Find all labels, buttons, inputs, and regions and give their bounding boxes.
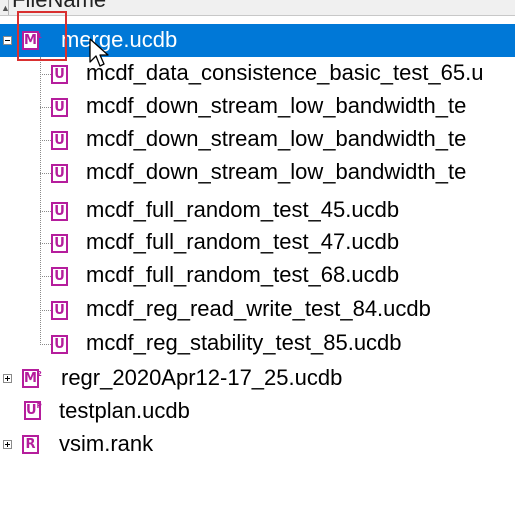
tree-item-label: regr_2020Apr12-17_25.ucdb: [61, 365, 343, 390]
tree-row-child[interactable]: U mcdf_down_stream_low_bandwidth_te: [0, 123, 515, 156]
ucdb-file-icon: U: [51, 131, 68, 150]
ucdb-file-icon: U: [51, 267, 68, 286]
tree-row-child[interactable]: U mcdf_data_consistence_basic_test_65.u: [0, 57, 515, 90]
tree-connector-branch: [40, 173, 51, 174]
tree-item-label: testplan.ucdb: [59, 398, 190, 423]
ucdb-file-icon: U: [51, 65, 68, 84]
tree-item-label: mcdf_full_random_test_47.ucdb: [86, 229, 400, 254]
ucdb-file-icon: U: [51, 164, 68, 183]
tree-row-child[interactable]: U mcdf_full_random_test_45.ucdb: [0, 194, 515, 227]
mouse-pointer-icon: [89, 38, 109, 67]
tree-item-label: mcdf_down_stream_low_bandwidth_te: [86, 93, 467, 118]
tree-row-testplan[interactable]: UP testplan.ucdb: [0, 395, 515, 428]
ucdb-file-icon: U: [51, 335, 68, 354]
ucdb-file-icon: U: [51, 234, 68, 253]
column-header[interactable]: ▲ FileName: [0, 0, 515, 16]
collapse-toggle-icon[interactable]: [3, 36, 12, 45]
tree-item-label: mcdf_reg_stability_test_85.ucdb: [86, 330, 402, 355]
tree-row-child[interactable]: U mcdf_down_stream_low_bandwidth_te: [0, 156, 515, 189]
highlight-box: [17, 11, 67, 61]
tree-item-label: mcdf_down_stream_low_bandwidth_te: [86, 126, 467, 151]
tree-item-label: mcdf_down_stream_low_bandwidth_te: [86, 159, 467, 184]
tree-connector-branch: [40, 344, 51, 345]
tree-row-merge[interactable]: M1 merge.ucdb: [0, 24, 515, 57]
tree-row-regr[interactable]: M2 regr_2020Apr12-17_25.ucdb: [0, 362, 515, 395]
tree-item-label: mcdf_full_random_test_68.ucdb: [86, 262, 400, 287]
tree-row-child[interactable]: U mcdf_full_random_test_47.ucdb: [0, 226, 515, 259]
header-divider[interactable]: [8, 0, 9, 15]
tree-item-label: mcdf_reg_read_write_test_84.ucdb: [86, 296, 431, 321]
tree-item-label: mcdf_data_consistence_basic_test_65.u: [86, 60, 484, 85]
tree-row-child[interactable]: U mcdf_reg_read_write_test_84.ucdb: [0, 293, 515, 326]
tree-connector-branch: [40, 211, 51, 212]
expand-toggle-icon[interactable]: [3, 374, 12, 383]
rank-file-icon: R: [22, 435, 39, 454]
tree-connector-branch: [40, 107, 51, 108]
testplan-ucdb-icon: UP: [24, 401, 42, 420]
tree-row-child[interactable]: U mcdf_down_stream_low_bandwidth_te: [0, 90, 515, 123]
merge-ucdb-icon: M2: [22, 369, 42, 388]
tree-item-label: vsim.rank: [59, 431, 154, 456]
tree-row-vsim[interactable]: R vsim.rank: [0, 428, 515, 461]
ucdb-file-icon: U: [51, 98, 68, 117]
tree-connector-branch: [40, 74, 51, 75]
ucdb-file-icon: U: [51, 202, 68, 221]
tree-item-label: mcdf_full_random_test_45.ucdb: [86, 197, 400, 222]
tree-item-label: merge.ucdb: [61, 27, 178, 52]
tree-connector-branch: [40, 310, 51, 311]
ucdb-file-icon: U: [51, 301, 68, 320]
tree-row-child[interactable]: U mcdf_reg_stability_test_85.ucdb: [0, 327, 515, 360]
tree-connector-branch: [40, 243, 51, 244]
tree-connector-branch: [40, 276, 51, 277]
tree-connector-branch: [40, 140, 51, 141]
tree-row-child[interactable]: U mcdf_full_random_test_68.ucdb: [0, 259, 515, 292]
expand-toggle-icon[interactable]: [3, 440, 12, 449]
